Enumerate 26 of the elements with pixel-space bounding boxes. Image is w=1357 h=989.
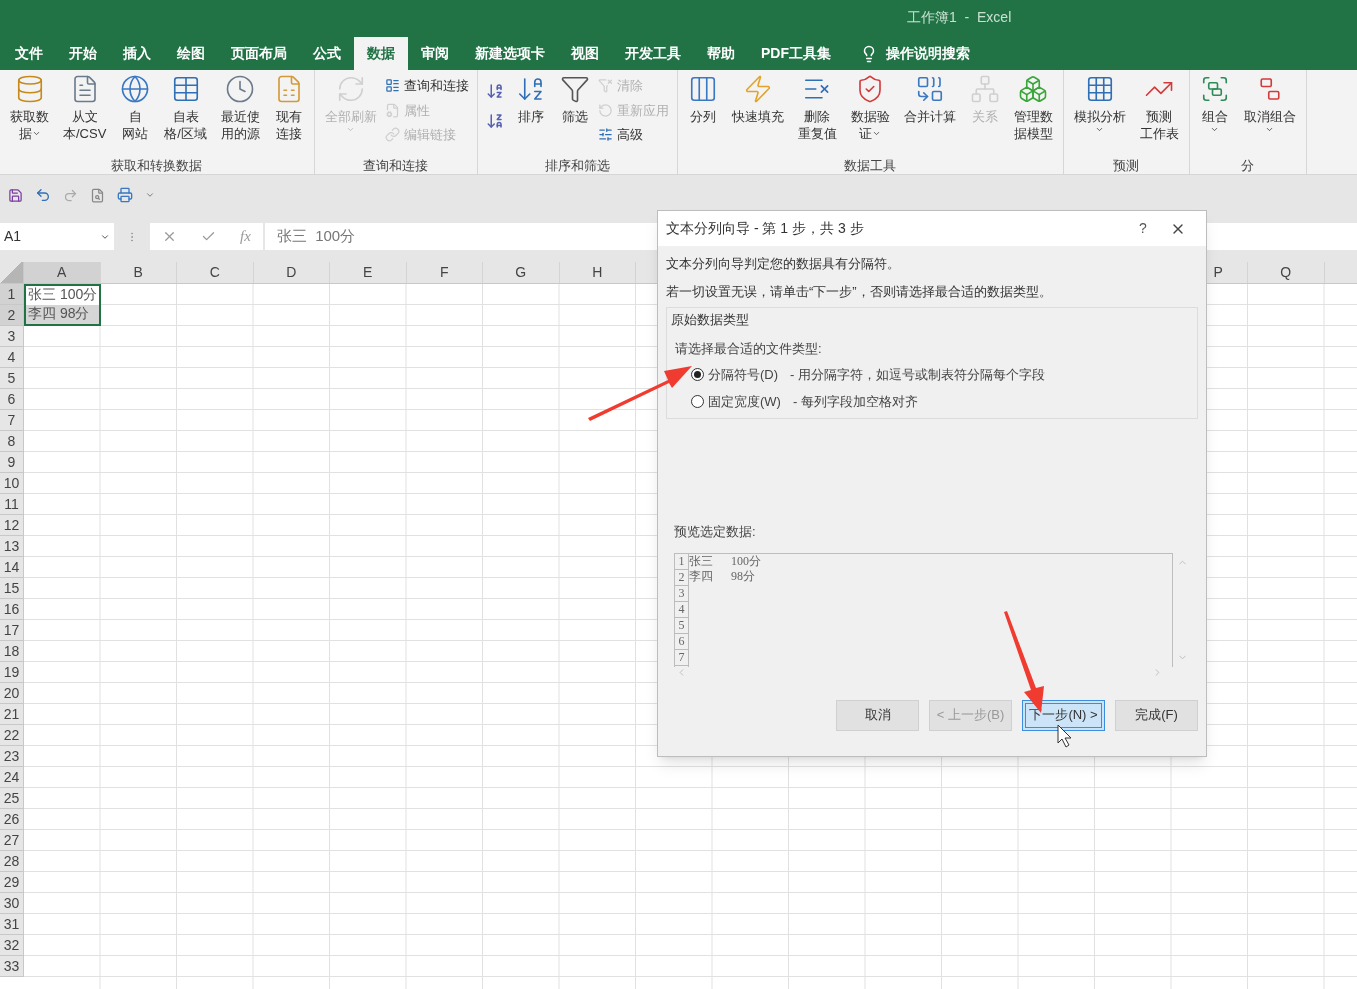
prompt-text: 请选择最合适的文件类型: [675, 339, 823, 358]
instruction-text: 若一切设置无误，请单击“下一步”，否则请选择最合适的数据类型。 [666, 282, 1053, 301]
line-number: 6 [675, 633, 688, 650]
group-label: 分 [1240, 157, 1256, 174]
preview-cell-text: 98分 [731, 569, 756, 585]
preview-cell-text: 李四 [689, 569, 714, 585]
line-number: 7 [675, 649, 688, 666]
window-title: 工作簿1 - Excel [907, 8, 1012, 27]
group-label: 获取和转换数据 [110, 157, 204, 174]
group-label: 排序和筛选 [543, 157, 611, 174]
line-number: 2 [675, 569, 688, 586]
group-label: 查询和连接 [362, 157, 430, 174]
group-label: 预测 [1112, 157, 1141, 174]
line-number: 1 [675, 553, 688, 570]
line-number: 3 [675, 585, 688, 602]
intro-text: 文本分列向导判定您的数据具有分隔符。 [666, 255, 901, 273]
dialog-title: 文本分列向导 - 第 1 步，共 3 步 [666, 219, 865, 238]
preview-label: 预览选定数据: [674, 523, 757, 541]
line-number: 4 [675, 601, 688, 618]
option-description: - 用分隔字符，如逗号或制表符分隔每个字段 [790, 366, 1045, 384]
line-number: 5 [675, 617, 688, 634]
group-title: 原始数据类型 [671, 311, 750, 329]
preview-cell-text: 张三 [689, 553, 714, 569]
group-label: 数据工具 [843, 157, 898, 174]
option-description: - 每列字段加空格对齐 [792, 392, 918, 411]
preview-cell-text: 100分 [731, 553, 762, 569]
